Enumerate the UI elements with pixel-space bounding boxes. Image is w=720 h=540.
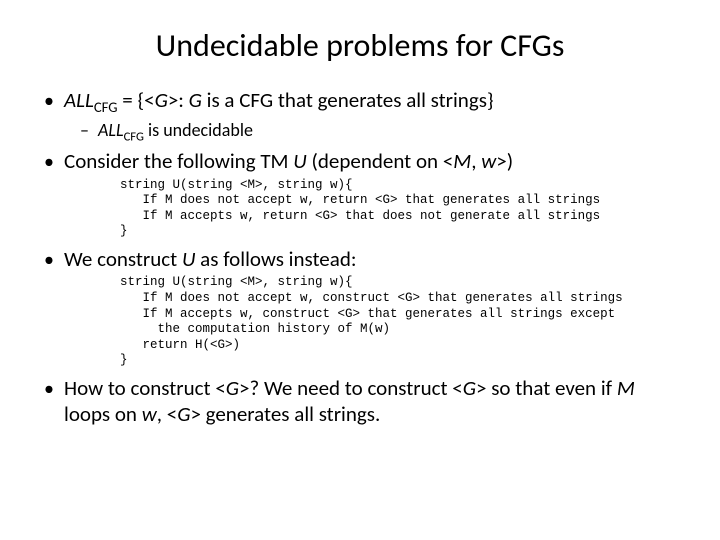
bullet-2: • Consider the following TM U (dependent… bbox=[40, 148, 680, 174]
bullet-4-text: How to construct <G>? We need to constru… bbox=[64, 375, 680, 428]
code-block-2: string U(string <M>, string w){ If M doe… bbox=[120, 275, 680, 369]
bullet-1: • ALLCFG = {<G>: G is a CFG that generat… bbox=[40, 87, 680, 117]
bullet-2-text: Consider the following TM U (dependent o… bbox=[64, 148, 513, 174]
bullet-4: • How to construct <G>? We need to const… bbox=[40, 375, 680, 428]
bullet-marker: • bbox=[40, 377, 64, 401]
bullet-marker: • bbox=[40, 89, 64, 113]
bullet-marker: • bbox=[40, 248, 64, 272]
sub-bullet-1: – ALLCFG is undecidable bbox=[80, 119, 680, 145]
sub-bullet-1-text: ALLCFG is undecidable bbox=[98, 120, 253, 145]
bullet-marker: • bbox=[40, 150, 64, 174]
sub-bullet-marker: – bbox=[80, 119, 98, 141]
code-block-1: string U(string <M>, string w){ If M doe… bbox=[120, 178, 680, 241]
bullet-3-text: We construct U as follows instead: bbox=[64, 246, 356, 272]
bullet-1-text: ALLCFG = {<G>: G is a CFG that generates… bbox=[64, 87, 494, 117]
slide-title: Undecidable problems for CFGs bbox=[40, 26, 680, 65]
bullet-3: • We construct U as follows instead: bbox=[40, 246, 680, 272]
